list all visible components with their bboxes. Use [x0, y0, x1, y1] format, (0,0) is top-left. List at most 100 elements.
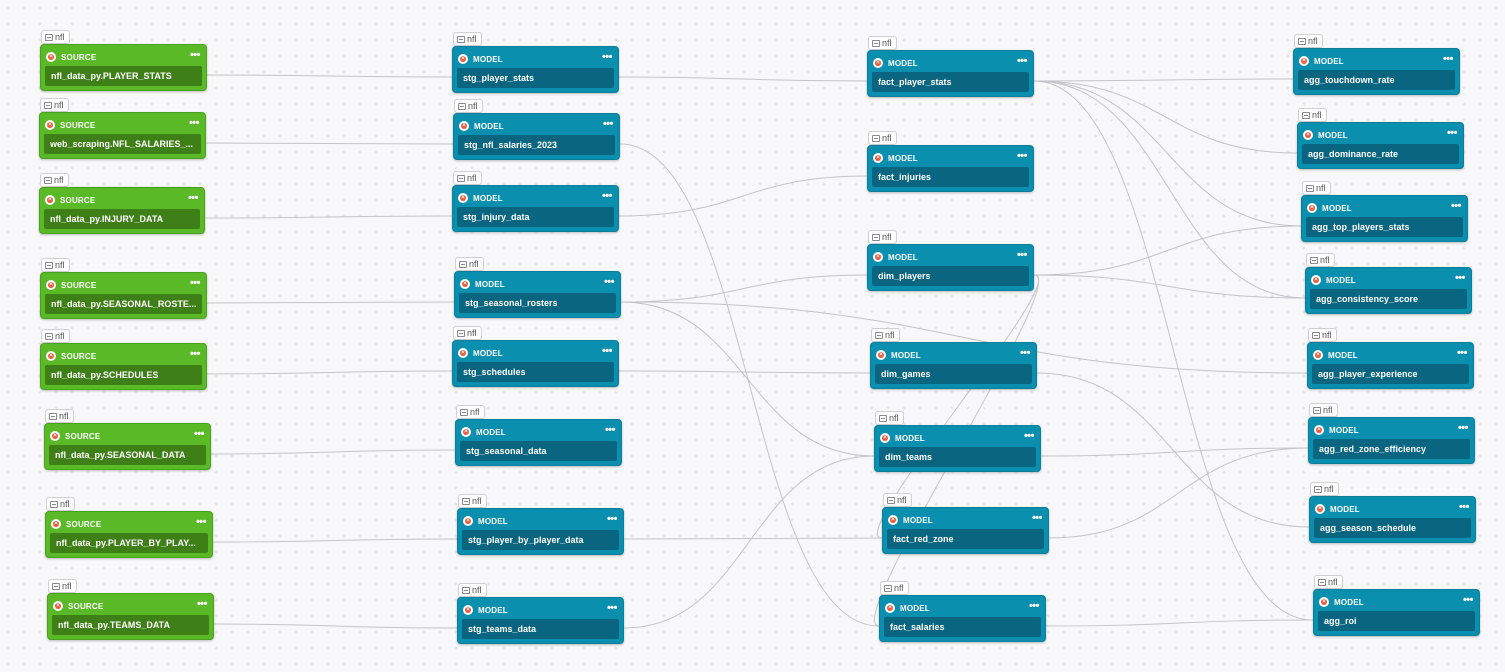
model-node-fact-injuries[interactable]: × MODEL ••• fact_injuries	[867, 145, 1034, 192]
more-options-icon[interactable]: •••	[1015, 151, 1029, 164]
model-node-fact-red-zone[interactable]: × MODEL ••• fact_red_zone	[882, 507, 1049, 554]
project-badge-label: nfl	[885, 330, 895, 340]
model-node-dim-players[interactable]: × MODEL ••• dim_players	[867, 244, 1034, 291]
model-node-dim-teams[interactable]: × MODEL ••• dim_teams	[874, 425, 1041, 472]
more-options-icon[interactable]: •••	[602, 277, 616, 290]
model-node-agg-dominance-rate[interactable]: × MODEL ••• agg_dominance_rate	[1297, 122, 1464, 169]
database-icon	[49, 412, 57, 420]
dbt-icon: ×	[50, 431, 60, 441]
model-node-dim-games[interactable]: × MODEL ••• dim_games	[870, 342, 1037, 389]
source-node-nfl-data-py-teams-data[interactable]: × SOURCE ••• nfl_data_py.TEAMS_DATA	[47, 593, 214, 640]
database-icon	[457, 329, 465, 337]
lineage-edge	[206, 301, 455, 304]
more-options-icon[interactable]: •••	[601, 119, 615, 132]
lineage-edge	[1040, 447, 1309, 457]
more-options-icon[interactable]: •••	[600, 191, 614, 204]
node-kind-label: SOURCE	[61, 280, 97, 290]
more-options-icon[interactable]: •••	[605, 603, 619, 616]
lineage-edge	[1045, 619, 1314, 627]
node-kind-label: SOURCE	[66, 519, 102, 529]
dbt-icon-glyph: ×	[1301, 58, 1307, 64]
source-node-nfl-data-py-injury-data[interactable]: × SOURCE ••• nfl_data_py.INJURY_DATA	[39, 187, 205, 234]
model-node-stg-teams-data[interactable]: × MODEL ••• stg_teams_data	[457, 597, 624, 644]
dbt-icon-glyph: ×	[887, 605, 893, 611]
more-options-icon[interactable]: •••	[1027, 601, 1041, 614]
node-header: × MODEL •••	[462, 513, 619, 529]
model-node-agg-touchdown-rate[interactable]: × MODEL ••• agg_touchdown_rate	[1293, 48, 1460, 95]
model-node-fact-player-stats[interactable]: × MODEL ••• fact_player_stats	[867, 50, 1034, 97]
project-badge: nfl	[41, 329, 70, 343]
dbt-icon-glyph: ×	[1317, 506, 1323, 512]
model-node-stg-schedules[interactable]: × MODEL ••• stg_schedules	[452, 340, 619, 387]
model-node-stg-seasonal-data[interactable]: × MODEL ••• stg_seasonal_data	[455, 419, 622, 466]
dbt-icon-glyph: ×	[875, 254, 881, 260]
database-icon	[879, 414, 887, 422]
dbt-icon-glyph: ×	[1309, 205, 1315, 211]
project-badge: nfl	[455, 257, 484, 271]
model-node-agg-consistency-score[interactable]: × MODEL ••• agg_consistency_score	[1305, 267, 1472, 314]
node-header: × MODEL •••	[1298, 53, 1455, 69]
more-options-icon[interactable]: •••	[1455, 348, 1469, 361]
source-node-nfl-data-py-schedules[interactable]: × SOURCE ••• nfl_data_py.SCHEDULES	[40, 343, 207, 390]
more-options-icon[interactable]: •••	[1441, 54, 1455, 67]
model-node-stg-nfl-salaries-2023[interactable]: × MODEL ••• stg_nfl_salaries_2023	[453, 113, 620, 160]
source-node-nfl-data-py-seasonal-data[interactable]: × SOURCE ••• nfl_data_py.SEASONAL_DATA	[44, 423, 211, 470]
dbt-icon-glyph: ×	[463, 429, 469, 435]
more-options-icon[interactable]: •••	[1461, 595, 1475, 608]
dbt-icon-glyph: ×	[462, 281, 468, 287]
project-badge-label: nfl	[882, 38, 892, 48]
lineage-edge	[213, 623, 458, 629]
more-options-icon[interactable]: •••	[1015, 56, 1029, 69]
project-badge: nfl	[41, 30, 70, 44]
more-options-icon[interactable]: •••	[1445, 128, 1459, 141]
more-options-icon[interactable]: •••	[1457, 502, 1471, 515]
more-options-icon[interactable]: •••	[186, 193, 200, 206]
model-node-fact-salaries[interactable]: × MODEL ••• fact_salaries	[879, 595, 1046, 642]
model-node-agg-roi[interactable]: × MODEL ••• agg_roi	[1313, 589, 1480, 636]
more-options-icon[interactable]: •••	[1030, 513, 1044, 526]
more-options-icon[interactable]: •••	[600, 52, 614, 65]
database-icon	[1306, 184, 1314, 192]
model-node-stg-seasonal-rosters[interactable]: × MODEL ••• stg_seasonal_rosters	[454, 271, 621, 318]
more-options-icon[interactable]: •••	[187, 118, 201, 131]
more-options-icon[interactable]: •••	[1015, 250, 1029, 263]
more-options-icon[interactable]: •••	[1453, 273, 1467, 286]
project-badge-label: nfl	[889, 413, 899, 423]
more-options-icon[interactable]: •••	[1022, 431, 1036, 444]
more-options-icon[interactable]: •••	[188, 278, 202, 291]
model-node-agg-red-zone-efficiency[interactable]: × MODEL ••• agg_red_zone_efficiency	[1308, 417, 1475, 464]
dbt-icon: ×	[1319, 597, 1329, 607]
lineage-edge	[619, 143, 880, 627]
node-name: nfl_data_py.SEASONAL_DATA	[49, 445, 206, 465]
more-options-icon[interactable]: •••	[194, 517, 208, 530]
source-node-nfl-data-py-player-by-play[interactable]: × SOURCE ••• nfl_data_py.PLAYER_BY_PLAY...	[45, 511, 213, 558]
source-node-nfl-data-py-seasonal-roste[interactable]: × SOURCE ••• nfl_data_py.SEASONAL_ROSTE...	[40, 272, 207, 319]
model-node-agg-player-experience[interactable]: × MODEL ••• agg_player_experience	[1307, 342, 1474, 389]
more-options-icon[interactable]: •••	[1456, 423, 1470, 436]
source-node-web-scraping-nfl-salaries[interactable]: × SOURCE ••• web_scraping.NFL_SALARIES_...	[39, 112, 206, 159]
more-options-icon[interactable]: •••	[192, 429, 206, 442]
more-options-icon[interactable]: •••	[600, 346, 614, 359]
more-options-icon[interactable]: •••	[603, 425, 617, 438]
node-kind-label: MODEL	[1314, 56, 1344, 66]
project-badge-label: nfl	[1328, 577, 1338, 587]
more-options-icon[interactable]: •••	[188, 50, 202, 63]
model-node-agg-season-schedule[interactable]: × MODEL ••• agg_season_schedule	[1309, 496, 1476, 543]
model-node-agg-top-players-stats[interactable]: × MODEL ••• agg_top_players_stats	[1301, 195, 1468, 242]
node-name: nfl_data_py.PLAYER_STATS	[45, 66, 202, 86]
more-options-icon[interactable]: •••	[195, 599, 209, 612]
more-options-icon[interactable]: •••	[1018, 348, 1032, 361]
project-badge: nfl	[880, 581, 909, 595]
more-options-icon[interactable]: •••	[188, 349, 202, 362]
model-node-stg-player-by-player-data[interactable]: × MODEL ••• stg_player_by_player_data	[457, 508, 624, 555]
project-badge: nfl	[48, 579, 77, 593]
model-node-stg-player-stats[interactable]: × MODEL ••• stg_player_stats	[452, 46, 619, 93]
node-name: agg_touchdown_rate	[1298, 70, 1455, 90]
model-node-stg-injury-data[interactable]: × MODEL ••• stg_injury_data	[452, 185, 619, 232]
project-badge: nfl	[41, 258, 70, 272]
source-node-nfl-data-py-player-stats[interactable]: × SOURCE ••• nfl_data_py.PLAYER_STATS	[40, 44, 207, 91]
project-badge: nfl	[46, 497, 75, 511]
more-options-icon[interactable]: •••	[1449, 201, 1463, 214]
more-options-icon[interactable]: •••	[605, 514, 619, 527]
node-name: fact_red_zone	[887, 529, 1044, 549]
